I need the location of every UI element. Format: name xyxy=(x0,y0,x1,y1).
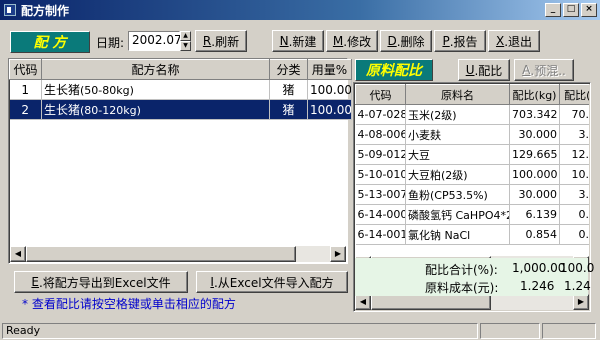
row-amount: 100.000 xyxy=(307,99,352,120)
row-name: 生长猪(50-80kg) xyxy=(41,79,270,100)
cost-value-second: 1.24 xyxy=(564,279,591,293)
ingredient-name: 大豆粕(2级) xyxy=(405,164,510,185)
date-label: 日期: xyxy=(96,36,125,50)
ingredient-name: 大豆 xyxy=(405,144,510,165)
column-header-category[interactable]: 分类 xyxy=(269,59,308,80)
modify-button[interactable]: M .修改 xyxy=(326,30,378,52)
table-row[interactable]: 4-08-0069小麦麸30.0003.00 xyxy=(355,124,589,145)
ingredients-table: 代码 原料名 配比(kg) 配比(% 4-07-0280玉米(2级)703.34… xyxy=(355,84,589,245)
total-value: 1,000.00 xyxy=(512,261,566,275)
formula-tag: 配 方 xyxy=(10,31,90,53)
table-row[interactable]: 6-14-0016氯化钠 NaCl0.8540.08 xyxy=(355,224,589,245)
export-excel-button[interactable]: E .将配方导出到Excel文件 xyxy=(14,271,188,293)
status-text: Ready xyxy=(2,323,478,339)
formula-table-panel: 代码 配方名称 分类 用量% 1 生长猪(50-80kg) 猪 100.000 … xyxy=(8,58,352,264)
ingredient-code: 4-08-0069 xyxy=(355,124,406,145)
app-icon xyxy=(4,4,16,16)
status-pane-3 xyxy=(542,323,596,339)
table-row[interactable]: 5-09-0127大豆129.66512.96 xyxy=(355,144,589,165)
ingredient-pct: 10.00 xyxy=(559,164,589,185)
date-spinner[interactable]: ▲ ▼ xyxy=(180,31,191,51)
ingredient-kg: 6.139 xyxy=(509,204,560,225)
ingredient-pct: 0.61 xyxy=(559,204,589,225)
column-header-ingredient[interactable]: 原料名 xyxy=(405,84,510,105)
exit-button[interactable]: X .退出 xyxy=(488,30,540,52)
premix-button[interactable]: A .预混.. xyxy=(514,59,574,81)
ingredient-code: 6-14-0003 xyxy=(355,204,406,225)
minimize-button[interactable]: _ xyxy=(545,3,561,17)
delete-button[interactable]: D .删除 xyxy=(380,30,432,52)
formula-table: 代码 配方名称 分类 用量% 1 生长猪(50-80kg) 猪 100.000 … xyxy=(9,59,352,120)
ingredient-code: 5-13-0077 xyxy=(355,184,406,205)
column-header-kg[interactable]: 配比(kg) xyxy=(509,84,560,105)
scroll-left-icon[interactable]: ◀ xyxy=(10,246,26,262)
ingredient-name: 磷酸氢钙 CaHPO4*2H xyxy=(405,204,510,225)
table-row[interactable]: 6-14-0003磷酸氢钙 CaHPO4*2H6.1390.61 xyxy=(355,204,589,225)
table-row[interactable]: 5-10-0102大豆粕(2级)100.00010.00 xyxy=(355,164,589,185)
ratio-button[interactable]: U .配比 xyxy=(458,59,510,81)
window-title: 配方制作 xyxy=(21,3,70,18)
report-button[interactable]: P .报告 xyxy=(434,30,486,52)
ingredient-name: 玉米(2级) xyxy=(405,104,510,125)
ingredient-kg: 30.000 xyxy=(509,184,560,205)
table-row-selected[interactable]: 2 生长猪(80-120kg) 猪 100.000 xyxy=(9,99,352,120)
total-label: 配比合计(%): xyxy=(425,263,498,277)
date-input[interactable]: 2002.07 xyxy=(128,31,182,51)
ingredient-name: 氯化钠 NaCl xyxy=(405,224,510,245)
new-button[interactable]: N .新建 xyxy=(272,30,324,52)
scroll-thumb[interactable] xyxy=(26,246,296,262)
scroll-thumb[interactable] xyxy=(371,294,491,310)
refresh-button[interactable]: R .刷新 xyxy=(195,30,247,52)
status-bar: Ready xyxy=(0,322,600,340)
ingredient-kg: 129.665 xyxy=(509,144,560,165)
ingredient-kg: 30.000 xyxy=(509,124,560,145)
title-bar[interactable]: 配方制作 _ □ × xyxy=(0,0,600,20)
table-row[interactable]: 1 生长猪(50-80kg) 猪 100.000 xyxy=(9,79,352,100)
column-header-code[interactable]: 代码 xyxy=(9,59,42,80)
close-button[interactable]: × xyxy=(581,3,597,17)
column-header-name[interactable]: 配方名称 xyxy=(41,59,270,80)
ingredient-name: 小麦麸 xyxy=(405,124,510,145)
row-amount: 100.000 xyxy=(307,79,352,100)
row-name: 生长猪(80-120kg) xyxy=(41,99,270,120)
total-pct: 100.0 xyxy=(560,261,595,275)
ingredient-pct: 70.33 xyxy=(559,104,589,125)
row-code: 1 xyxy=(9,79,42,100)
ingredient-pct: 3.00 xyxy=(559,124,589,145)
row-code: 2 xyxy=(9,99,42,120)
spin-up-icon[interactable]: ▲ xyxy=(180,31,191,41)
ingredient-code: 5-10-0102 xyxy=(355,164,406,185)
ingredient-code: 5-09-0127 xyxy=(355,144,406,165)
import-excel-button[interactable]: I .从Excel文件导入配方 xyxy=(196,271,348,293)
hint-text: * 查看配比请按空格键或单击相应的配方 xyxy=(22,297,236,311)
cost-label: 原料成本(元): xyxy=(425,281,499,295)
ingredient-kg: 703.342 xyxy=(509,104,560,125)
column-header-pct[interactable]: 配比(% xyxy=(559,84,589,105)
scroll-right-icon[interactable]: ▶ xyxy=(573,294,589,310)
ingredient-name: 鱼粉(CP53.5%) xyxy=(405,184,510,205)
formula-horizontal-scrollbar[interactable]: ◀ ▶ xyxy=(10,246,346,262)
column-header-code[interactable]: 代码 xyxy=(355,84,406,105)
ingredient-kg: 100.000 xyxy=(509,164,560,185)
cost-value: 1.246 xyxy=(520,279,555,293)
spin-down-icon[interactable]: ▼ xyxy=(180,41,191,51)
column-header-amount[interactable]: 用量% xyxy=(307,59,352,80)
ingredient-kg: 0.854 xyxy=(509,224,560,245)
table-row[interactable]: 5-13-0077鱼粉(CP53.5%)30.0003.00 xyxy=(355,184,589,205)
ingredient-code: 4-07-0280 xyxy=(355,104,406,125)
row-category: 猪 xyxy=(269,79,308,100)
ingredient-pct: 0.08 xyxy=(559,224,589,245)
scroll-left-icon[interactable]: ◀ xyxy=(355,294,371,310)
scroll-right-icon[interactable]: ▶ xyxy=(330,246,346,262)
ingredient-pct: 12.96 xyxy=(559,144,589,165)
ingredient-code: 6-14-0016 xyxy=(355,224,406,245)
maximize-button[interactable]: □ xyxy=(563,3,579,17)
ratio-tag: 原料配比 xyxy=(355,59,433,81)
summary-scrollbar[interactable]: ◀ ▶ xyxy=(355,294,589,310)
row-category: 猪 xyxy=(269,99,308,120)
status-pane-2 xyxy=(480,323,540,339)
ingredient-pct: 3.00 xyxy=(559,184,589,205)
table-row[interactable]: 4-07-0280玉米(2级)703.34270.33 xyxy=(355,104,589,125)
